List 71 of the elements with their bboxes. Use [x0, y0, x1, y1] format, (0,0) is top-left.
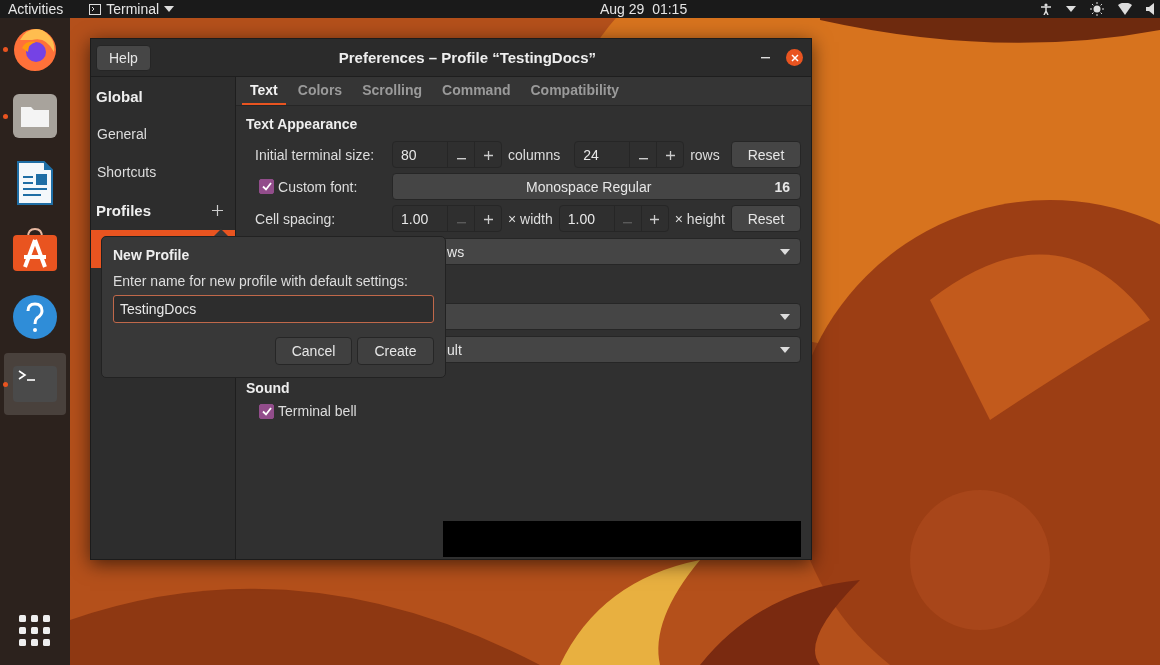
close-icon [790, 53, 799, 62]
caret-icon [780, 313, 790, 320]
field-label: Initial terminal size: [254, 146, 376, 163]
tab[interactable]: Scrolling [354, 77, 431, 105]
create-button[interactable]: Create [357, 337, 434, 365]
number-field[interactable]: 1.00 [559, 206, 614, 231]
accessibility-icon[interactable] [1040, 3, 1052, 15]
sidebar-heading: Global [96, 87, 143, 105]
minimize-icon [760, 56, 770, 59]
folder-icon[interactable] [12, 93, 58, 139]
number-field[interactable]: 1.00 [393, 206, 448, 231]
section-heading: Text Appearance [246, 116, 359, 132]
checkbox[interactable] [259, 403, 275, 419]
tab[interactable]: Command [434, 77, 519, 105]
document-icon[interactable] [15, 160, 55, 206]
checkbox[interactable] [259, 179, 275, 194]
number-field[interactable]: 24 [575, 142, 630, 167]
minus-icon [638, 157, 648, 160]
plus-icon [650, 214, 660, 224]
plus-icon [665, 150, 675, 160]
minus-icon [623, 221, 633, 224]
wifi-icon[interactable] [1118, 3, 1132, 15]
app-grid-icon[interactable] [19, 615, 51, 647]
tab[interactable]: Text [242, 77, 286, 105]
add-icon[interactable] [212, 204, 224, 216]
window-title: Preferences – Profile “TestingDocs” [337, 49, 598, 66]
unit-label: × height [674, 210, 725, 227]
help-icon[interactable] [12, 294, 58, 340]
reset-button[interactable]: Reset [731, 141, 801, 168]
activities-button[interactable]: Activities [8, 1, 64, 17]
font-button[interactable]: Monospace Regular 16 [392, 173, 801, 200]
unit-label: columns [508, 146, 561, 163]
unit-label: × width [508, 210, 553, 227]
tab[interactable]: Colors [289, 77, 351, 105]
help-button[interactable]: Help [96, 44, 151, 71]
unit-label: rows [690, 146, 720, 163]
app-menu[interactable]: Terminal [89, 1, 175, 17]
caret-icon [780, 346, 790, 353]
plus-icon [483, 214, 493, 224]
spin-field[interactable]: 1.00 [392, 205, 503, 232]
popover-title: New Profile [113, 247, 191, 263]
cancel-button[interactable]: Cancel [275, 337, 352, 365]
spin-field[interactable]: 80 [392, 141, 503, 168]
close-button[interactable] [786, 49, 803, 66]
profile-name-field[interactable]: TestingDocs [113, 295, 434, 323]
sidebar-item[interactable]: Shortcuts [91, 153, 236, 191]
spin-field[interactable]: 24 [574, 141, 685, 168]
sidebar-item[interactable]: General [91, 115, 236, 153]
tab[interactable]: Compatibility [522, 77, 628, 105]
speaker-icon[interactable] [1146, 3, 1154, 15]
caret-icon [1066, 6, 1076, 12]
caret-icon [780, 248, 790, 255]
browser-icon[interactable] [12, 26, 58, 72]
reset-button[interactable]: Reset [731, 205, 801, 232]
terminal-small-icon [89, 3, 102, 15]
minus-icon [456, 157, 466, 160]
caret-icon [164, 6, 175, 12]
prompt-text: Enter name for new profile with default settings: [113, 273, 409, 289]
shopping-bag-icon[interactable] [12, 227, 58, 273]
plus-icon [483, 150, 493, 160]
number-field[interactable]: 80 [393, 142, 448, 167]
section-heading: Sound [246, 380, 291, 396]
minus-icon [456, 221, 466, 224]
clock[interactable]: Aug 29 01:15 [600, 1, 688, 17]
spin-field[interactable]: 1.00 [558, 205, 669, 232]
checkbox-label: Terminal bell [278, 403, 357, 419]
sidebar-heading: Profiles [96, 201, 152, 219]
field-label: Cell spacing: [254, 210, 337, 227]
brightness-icon[interactable] [1090, 2, 1104, 16]
terminal-icon[interactable] [12, 365, 58, 403]
checkbox-label: Custom font: [278, 178, 358, 195]
